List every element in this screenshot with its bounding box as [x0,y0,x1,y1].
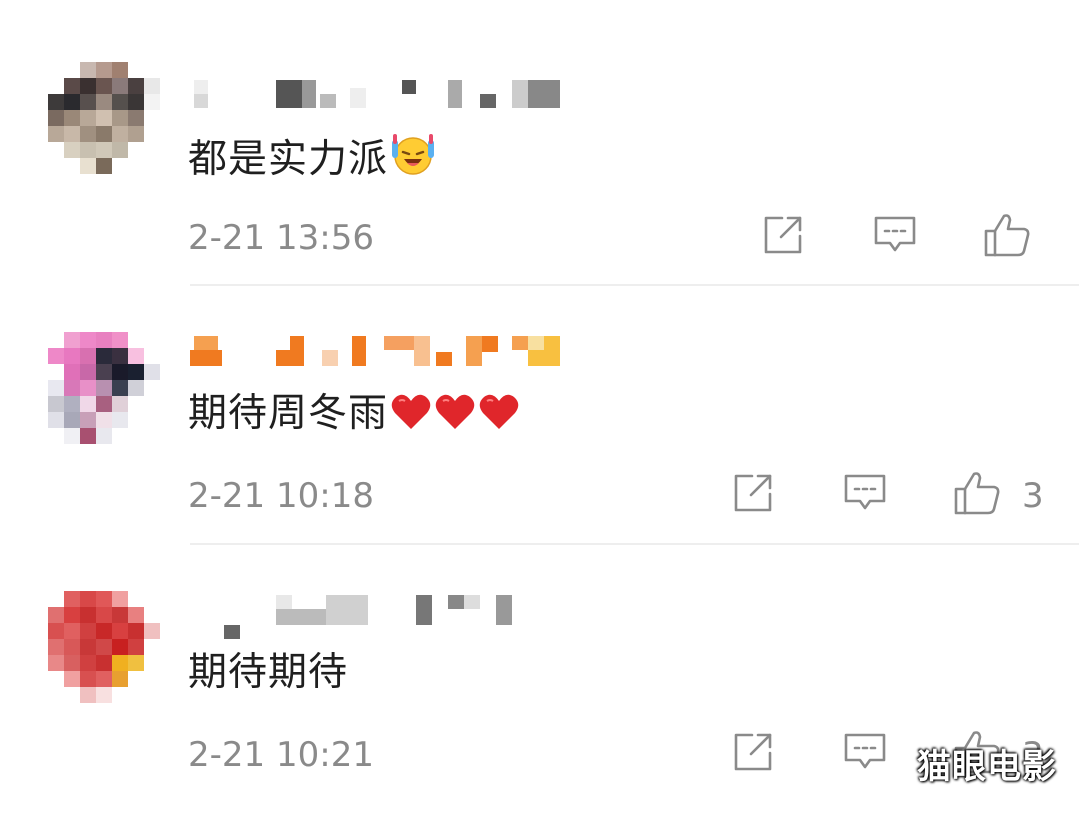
share-icon [762,214,804,260]
reply-button[interactable] [840,470,890,520]
reply-button[interactable] [870,212,920,262]
username-censored[interactable] [190,593,570,639]
comment-timestamp: 2-21 13:56 [188,218,374,258]
comment-item: 期待周冬雨 2-21 10:18 3 [0,318,1079,576]
divider [190,543,1079,545]
share-button[interactable] [728,729,778,779]
comment-text-body: 期待周冬雨 [188,391,389,436]
share-button[interactable] [758,212,808,262]
comment-item: 期待期待 2-21 10:21 3 [0,577,1079,835]
avatar[interactable] [48,332,160,444]
comment-timestamp: 2-21 10:21 [188,735,374,775]
thumbs-up-icon [983,212,1031,262]
comment-text-body: 期待期待 [188,650,349,695]
share-icon [732,472,774,518]
comment-text: 期待期待 [188,649,348,697]
comment-bubble-icon [843,732,887,776]
like-button[interactable] [952,470,1002,520]
comment-text: 都是实力派 [188,132,436,190]
reply-button[interactable] [840,729,890,779]
username-censored[interactable] [190,76,570,108]
comment-bubble-icon [873,215,917,259]
comment-item: 都是实力派 2-21 13:56 [0,60,1079,318]
share-icon [732,731,774,777]
username-censored[interactable] [190,334,570,366]
avatar[interactable] [48,62,160,174]
heart-icon [478,392,520,444]
like-count: 3 [1022,476,1044,516]
laughing-crying-face-icon [390,132,436,190]
like-button[interactable] [982,212,1032,262]
comment-bubble-icon [843,473,887,517]
comment-text-body: 都是实力派 [188,137,389,182]
divider [190,284,1079,286]
comment-actions: 3 [719,470,1079,520]
comment-actions [719,212,1079,262]
heart-icon [434,392,476,444]
heart-icon [390,392,432,444]
share-button[interactable] [728,470,778,520]
thumbs-up-icon [953,470,1001,520]
comment-timestamp: 2-21 10:18 [188,476,374,516]
comment-text: 期待周冬雨 [188,390,520,444]
watermark: 猫眼电影 [917,747,1057,787]
avatar[interactable] [48,591,160,703]
